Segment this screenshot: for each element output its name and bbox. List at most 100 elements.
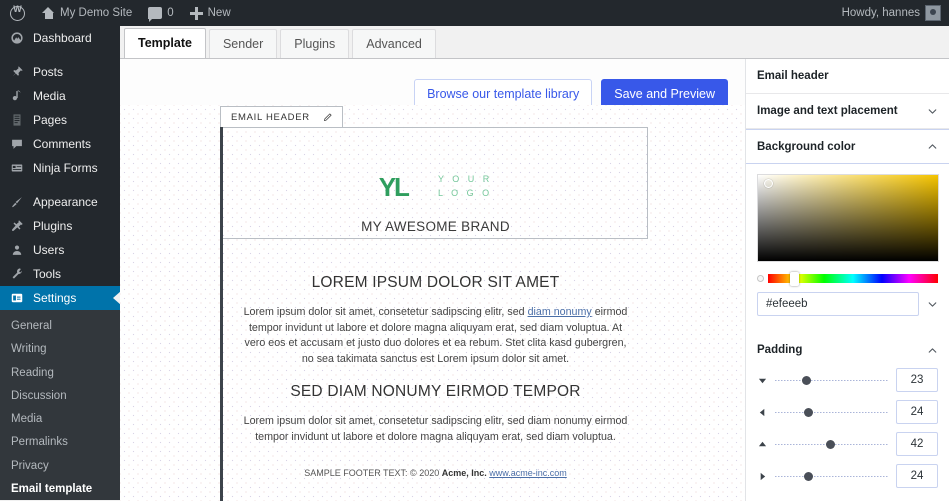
sidebar-item-pages[interactable]: Pages [0, 108, 120, 132]
slider-knob[interactable] [804, 472, 813, 481]
site-name-menu[interactable]: My Demo Site [34, 0, 140, 26]
submenu-item-reading[interactable]: Reading [0, 362, 120, 385]
padding-row-left: 24 [746, 396, 949, 428]
content-panel: Browse our template library Save and Pre… [120, 58, 949, 500]
email-canvas: EMAIL HEADER YL Y O U R L O G O [120, 105, 745, 501]
padding-value-left[interactable]: 24 [896, 400, 938, 424]
section1-body-part1: Lorem ipsum dolor sit amet, consetetur s… [244, 306, 528, 318]
submenu-item-permalinks[interactable]: Permalinks [0, 431, 120, 454]
sidebar-label: Dashboard [33, 32, 92, 44]
hue-slider-handle[interactable] [790, 272, 799, 286]
submenu-item-media[interactable]: Media [0, 408, 120, 431]
sidebar-label: Pages [33, 114, 67, 126]
sidebar-label: Appearance [33, 196, 98, 208]
email-template-block[interactable]: EMAIL HEADER YL Y O U R L O G O [220, 127, 645, 501]
sidebar-item-comments[interactable]: Comments [0, 132, 120, 156]
padding-title: Padding [757, 344, 802, 356]
admin-bar: My Demo Site 0 New Howdy, hannes [0, 0, 949, 26]
submenu-item-writing[interactable]: Writing [0, 338, 120, 361]
account-menu[interactable]: Howdy, hannes [834, 0, 949, 26]
arrow-right-icon [757, 472, 768, 481]
sidebar-item-settings[interactable]: Settings [0, 286, 120, 310]
tab-template[interactable]: Template [124, 28, 206, 58]
arrow-left-icon [757, 408, 768, 417]
footer-link[interactable]: www.acme-inc.com [489, 468, 567, 478]
hue-slider[interactable] [768, 274, 938, 283]
accordion-email-header[interactable]: Email header [746, 59, 949, 94]
site-name-label: My Demo Site [60, 7, 132, 19]
color-picker-handle[interactable] [764, 179, 773, 188]
sidebar-label: Users [33, 244, 64, 256]
sidebar-item-dashboard[interactable]: Dashboard [0, 26, 120, 50]
tab-sender[interactable]: Sender [209, 29, 277, 58]
sidebar-label: Ninja Forms [33, 162, 98, 174]
logo-row: YL Y O U R L O G O [223, 173, 648, 201]
comments-menu[interactable]: 0 [140, 0, 181, 26]
tab-advanced[interactable]: Advanced [352, 29, 436, 58]
logo-text-line1: Y O U R [438, 174, 492, 184]
email-header-block-tab[interactable]: EMAIL HEADER [220, 106, 343, 127]
submenu-item-discussion[interactable]: Discussion [0, 385, 120, 408]
accordion-label: Image and text placement [757, 105, 898, 117]
new-content-menu[interactable]: New [182, 0, 239, 26]
arrow-up-icon [757, 440, 768, 449]
slider-knob[interactable] [826, 440, 835, 449]
logo-text: Y O U R L O G O [438, 173, 492, 201]
brush-icon [9, 194, 25, 210]
padding-value-top[interactable]: 42 [896, 432, 938, 456]
color-format-dropdown-icon[interactable] [927, 299, 938, 310]
accordion-background-color[interactable]: Background color [746, 129, 949, 164]
hue-preview-swatch [757, 275, 764, 282]
page-icon [9, 112, 25, 128]
slider-knob[interactable] [804, 408, 813, 417]
email-footer: SAMPLE FOOTER TEXT: © 2020 Acme, Inc. ww… [223, 468, 648, 478]
color-saturation-picker[interactable] [757, 174, 939, 262]
pencil-icon[interactable] [322, 112, 333, 123]
submenu-item-privacy[interactable]: Privacy [0, 455, 120, 478]
slider-knob[interactable] [802, 376, 811, 385]
hex-input-row: #efeeeb [757, 292, 938, 316]
wordpress-icon [10, 6, 25, 21]
sidebar-item-users[interactable]: Users [0, 238, 120, 262]
pin-icon [9, 64, 25, 80]
accordion-label: Email header [757, 70, 829, 82]
sidebar-item-ninja-forms[interactable]: Ninja Forms [0, 156, 120, 180]
accordion-image-and-text-placement[interactable]: Image and text placement [746, 94, 949, 129]
section1-body: Lorem ipsum dolor sit amet, consetetur s… [223, 305, 648, 367]
email-preview-column: Browse our template library Save and Pre… [120, 59, 745, 501]
padding-value-bottom[interactable]: 23 [896, 368, 938, 392]
avatar [925, 5, 941, 21]
footer-prefix: SAMPLE FOOTER TEXT: © 2020 [304, 468, 442, 478]
comment-icon [9, 136, 25, 152]
diam-nonumy-link[interactable]: diam nonumy [528, 306, 592, 318]
sidebar-item-posts[interactable]: Posts [0, 60, 120, 84]
padding-slider-left[interactable] [775, 407, 889, 418]
padding-slider-top[interactable] [775, 439, 889, 450]
arrow-down-icon [757, 376, 768, 385]
sidebar-item-plugins[interactable]: Plugins [0, 214, 120, 238]
section2-title: SED DIAM NONUMY EIRMOD TEMPOR [223, 383, 648, 401]
section2-body: Lorem ipsum dolor sit amet, consetetur s… [223, 414, 648, 445]
hex-color-input[interactable]: #efeeeb [757, 292, 919, 316]
email-header-region[interactable]: YL Y O U R L O G O MY AWESOME BRAND [223, 127, 648, 239]
settings-icon [9, 290, 25, 306]
user-icon [9, 242, 25, 258]
submenu-item-general[interactable]: General [0, 315, 120, 338]
greeting-label: Howdy, hannes [842, 7, 920, 19]
tab-plugins[interactable]: Plugins [280, 29, 349, 58]
wordpress-logo-menu[interactable] [0, 0, 34, 26]
email-header-tab-label: EMAIL HEADER [231, 112, 310, 123]
settings-right-panel: Email header Image and text placement Ba… [745, 59, 949, 501]
sidebar-item-tools[interactable]: Tools [0, 262, 120, 286]
padding-value-right[interactable]: 24 [896, 464, 938, 488]
padding-slider-right[interactable] [775, 471, 889, 482]
padding-section-header[interactable]: Padding [746, 336, 949, 364]
section1-title: LOREM IPSUM DOLOR SIT AMET [223, 274, 648, 292]
sidebar-item-appearance[interactable]: Appearance [0, 190, 120, 214]
sidebar-label: Plugins [33, 220, 72, 232]
sidebar-item-media[interactable]: Media [0, 84, 120, 108]
submenu-item-email-template[interactable]: Email template [0, 478, 120, 500]
padding-slider-bottom[interactable] [775, 375, 889, 386]
hue-slider-row [757, 274, 938, 283]
accordion-label: Background color [757, 141, 855, 153]
